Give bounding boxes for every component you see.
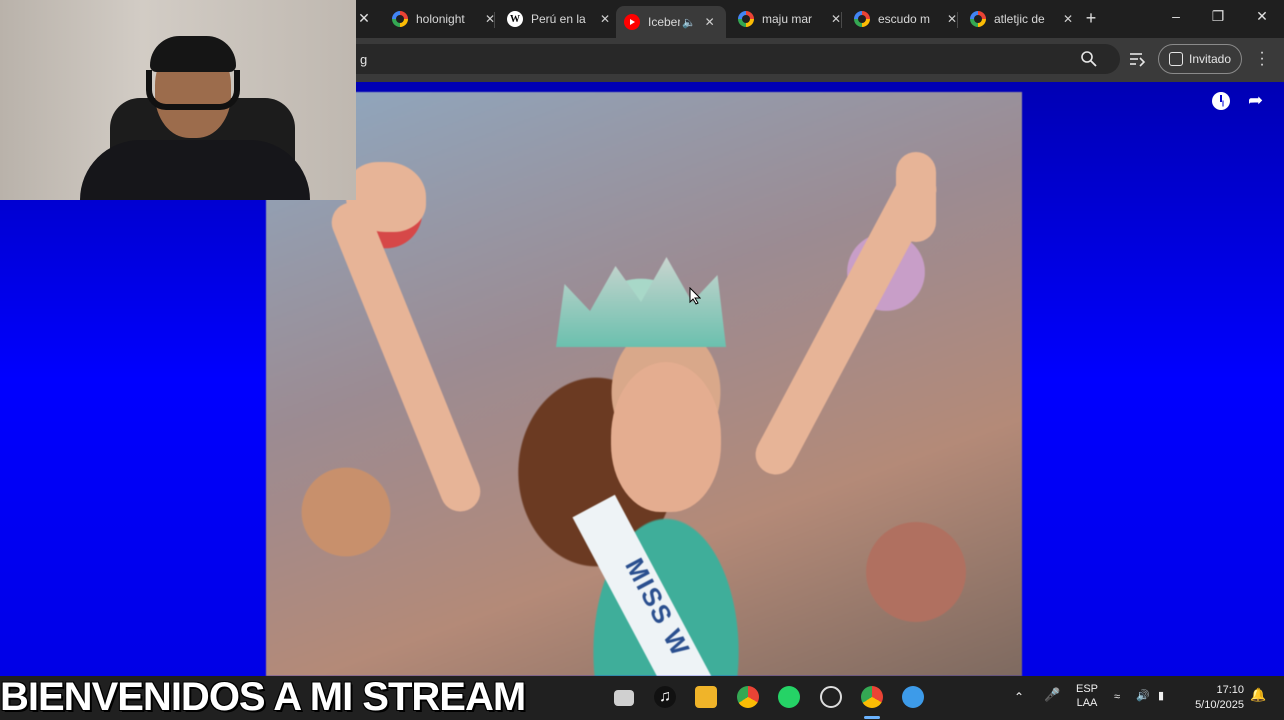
streamer-hair — [150, 36, 236, 72]
tab-title: maju mar — [762, 12, 813, 26]
tab-title: holonight — [416, 12, 465, 26]
webcam-overlay — [0, 0, 356, 200]
tab-title: escudo m — [878, 12, 931, 26]
tab-close-icon[interactable]: ✕ — [1060, 12, 1076, 26]
google-icon — [854, 11, 870, 27]
tab-close-icon[interactable]: ✕ — [702, 15, 718, 29]
chrome-active-icon[interactable] — [861, 686, 883, 708]
google-icon — [970, 11, 986, 27]
clock-date: 5/10/2025 — [1195, 699, 1244, 711]
sash: MISS W — [572, 494, 728, 676]
whatsapp-icon[interactable] — [778, 686, 800, 708]
tray-chevron-icon[interactable]: ⌃ — [1014, 690, 1024, 704]
globe-icon[interactable] — [902, 686, 924, 708]
more-menu-icon[interactable]: · · · — [1256, 45, 1268, 73]
battery-icon[interactable]: ▮ — [1158, 689, 1164, 703]
reading-list-icon[interactable] — [1128, 50, 1146, 68]
notifications-icon[interactable]: 🔔 — [1250, 688, 1266, 702]
wikipedia-icon: W — [507, 11, 523, 27]
tab-peru[interactable]: W Perú en la ✕ — [507, 6, 613, 32]
google-icon — [738, 11, 754, 27]
obs-icon[interactable] — [820, 686, 842, 708]
language-top: ESP — [1075, 683, 1098, 695]
speaker-icon[interactable]: 🔈 — [682, 16, 696, 29]
google-icon — [392, 11, 408, 27]
video-frame-photo[interactable]: MISS W — [266, 92, 1022, 676]
streamer-body — [80, 140, 310, 200]
tab-holonight[interactable]: holonight ✕ — [392, 6, 498, 32]
chrome-icon[interactable] — [737, 686, 759, 708]
minimize-button[interactable]: – — [1166, 8, 1186, 24]
taskbar-clock[interactable]: 17:10 5/10/2025 — [1192, 683, 1244, 713]
task-view-icon[interactable] — [614, 690, 634, 706]
tab-separator — [494, 12, 495, 28]
tab-separator — [957, 12, 958, 28]
new-tab-button[interactable]: + — [1081, 8, 1101, 29]
microphone-icon[interactable]: 🎤 — [1044, 688, 1060, 702]
tab-title: Iceber — [648, 15, 680, 29]
close-window-button[interactable]: ✕ — [1252, 8, 1272, 25]
youtube-icon — [624, 14, 640, 30]
tab-maju[interactable]: maju mar ✕ — [738, 6, 844, 32]
active-app-indicator — [864, 716, 880, 719]
face — [611, 362, 721, 512]
language-bottom: LAA — [1076, 697, 1098, 709]
address-text: g — [360, 52, 368, 67]
guest-profile-button[interactable]: Invitado — [1158, 44, 1242, 74]
zoom-icon[interactable] — [1080, 50, 1098, 68]
tab-close-icon[interactable]: ✕ — [482, 12, 498, 26]
tab-iceberg[interactable]: Iceber 🔈 ✕ — [616, 6, 726, 38]
headphones — [146, 70, 240, 110]
language-indicator[interactable]: ESP LAA — [1072, 682, 1102, 710]
tiktok-icon[interactable]: ♫ — [654, 686, 676, 708]
stream-welcome-banner: BIENVENIDOS A MI STREAM — [0, 675, 526, 719]
tab-separator — [841, 12, 842, 28]
tab-escudo[interactable]: escudo m ✕ — [854, 6, 960, 32]
tab-close-icon[interactable]: ✕ — [597, 12, 613, 26]
address-bar[interactable]: g — [330, 44, 1120, 74]
profile-icon — [1169, 52, 1183, 66]
mouse-cursor-icon — [689, 287, 701, 305]
raised-hand-right — [896, 152, 936, 242]
file-explorer-icon[interactable] — [695, 686, 717, 708]
wifi-icon[interactable]: ≈ — [1114, 690, 1120, 704]
tab-atletico[interactable]: atletjic de ✕ — [970, 6, 1076, 32]
raised-arm-left — [325, 196, 487, 518]
restore-button[interactable]: ❐ — [1208, 8, 1228, 25]
tab-title: atletjic de — [994, 12, 1045, 26]
watch-later-icon[interactable] — [1212, 92, 1230, 110]
volume-icon[interactable]: 🔊 — [1136, 689, 1150, 703]
tab-close-icon[interactable]: ✕ — [354, 10, 374, 27]
tab-title: Perú en la — [531, 12, 586, 26]
clock-time: 17:10 — [1216, 684, 1244, 696]
share-icon[interactable]: ➦ — [1248, 90, 1263, 111]
profile-label: Invitado — [1189, 52, 1232, 66]
